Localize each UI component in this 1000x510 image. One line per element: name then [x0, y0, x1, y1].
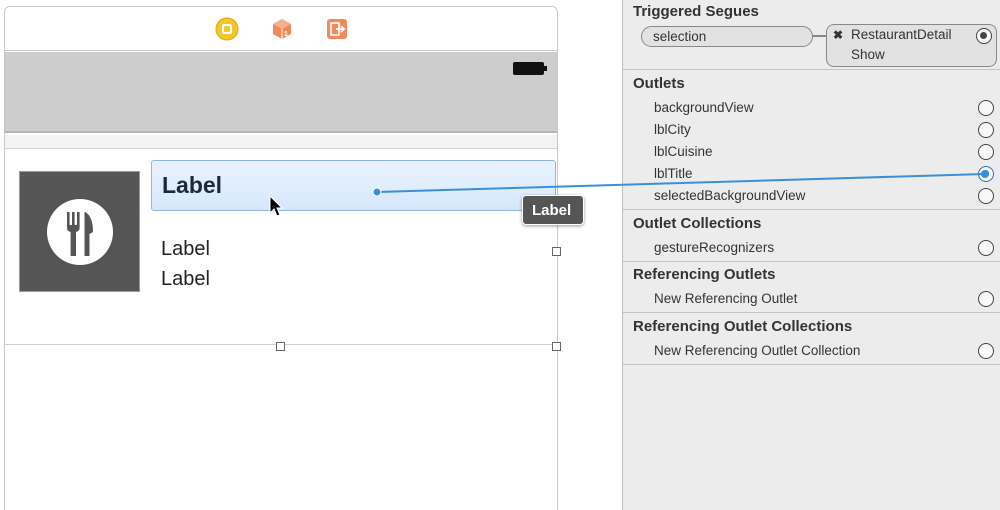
cuisine-label[interactable]: Label: [161, 268, 210, 291]
divider: [623, 209, 1000, 210]
view-controller-scene[interactable]: 1 Label Label Label: [4, 6, 561, 510]
outlet-port-icon-connected[interactable]: [978, 166, 994, 182]
resize-handle-right[interactable]: [552, 247, 561, 256]
table-view-header: [5, 135, 557, 149]
triggered-segues-title: Triggered Segues: [633, 3, 759, 20]
divider: [623, 261, 1000, 262]
title-label[interactable]: Label: [151, 160, 556, 211]
city-label[interactable]: Label: [161, 238, 210, 261]
drag-tooltip: Label: [522, 195, 584, 225]
resize-handle-bottom-right[interactable]: [552, 342, 561, 351]
outlet-lblcity: lblCity: [654, 122, 691, 137]
outlet-collection-gesturerecognizers: gestureRecognizers: [654, 240, 775, 255]
outlet-port-icon[interactable]: [978, 100, 994, 116]
outlet-lbltitle: lblTitle: [654, 166, 693, 181]
referencing-outlet-collections-title: Referencing Outlet Collections: [633, 318, 853, 335]
new-referencing-outlet-collection: New Referencing Outlet Collection: [654, 343, 861, 358]
navigation-bar[interactable]: [5, 52, 557, 133]
outlet-lblcuisine: lblCuisine: [654, 144, 713, 159]
divider: [623, 312, 1000, 313]
segue-kind: Show: [851, 47, 885, 62]
referencing-outlet-collection-port-icon[interactable]: [978, 343, 994, 359]
outlets-title: Outlets: [633, 75, 685, 92]
segue-connection[interactable]: ✖ RestaurantDetail Show: [826, 24, 997, 67]
referencing-outlets-title: Referencing Outlets: [633, 266, 776, 283]
battery-icon: [513, 62, 547, 75]
table-view-cell[interactable]: Label Label Label: [5, 149, 561, 351]
outlet-selectedbackgroundview: selectedBackgroundView: [654, 188, 806, 203]
outlet-port-icon[interactable]: [978, 188, 994, 204]
divider: [623, 69, 1000, 70]
outlet-backgroundview: backgroundView: [654, 100, 754, 115]
exit-icon[interactable]: [325, 17, 349, 41]
outlet-collections-title: Outlet Collections: [633, 215, 762, 232]
svg-text:1: 1: [284, 31, 288, 38]
outlet-port-icon[interactable]: [978, 122, 994, 138]
segue-port-icon[interactable]: [976, 28, 992, 44]
segue-trigger-selection[interactable]: selection: [641, 26, 813, 47]
thumbnail-image[interactable]: [19, 171, 140, 292]
resize-handle-bottom[interactable]: [276, 342, 285, 351]
fork-knife-icon: [47, 199, 113, 265]
segue-connector: [813, 35, 827, 37]
first-responder-icon[interactable]: 1: [270, 17, 294, 41]
storyboard-canvas[interactable]: 1 Label Label Label Label: [0, 0, 622, 510]
scene-dock: 1: [5, 7, 557, 51]
outlet-collection-port-icon[interactable]: [978, 240, 994, 256]
connections-inspector: Triggered Segues selection ✖ RestaurantD…: [622, 0, 1000, 510]
outlet-port-icon[interactable]: [978, 144, 994, 160]
view-controller-icon[interactable]: [215, 17, 239, 41]
referencing-outlet-port-icon[interactable]: [978, 291, 994, 307]
remove-connection-icon[interactable]: ✖: [833, 28, 843, 42]
segue-destination: RestaurantDetail: [851, 27, 952, 42]
divider: [623, 364, 1000, 365]
new-referencing-outlet: New Referencing Outlet: [654, 291, 798, 306]
